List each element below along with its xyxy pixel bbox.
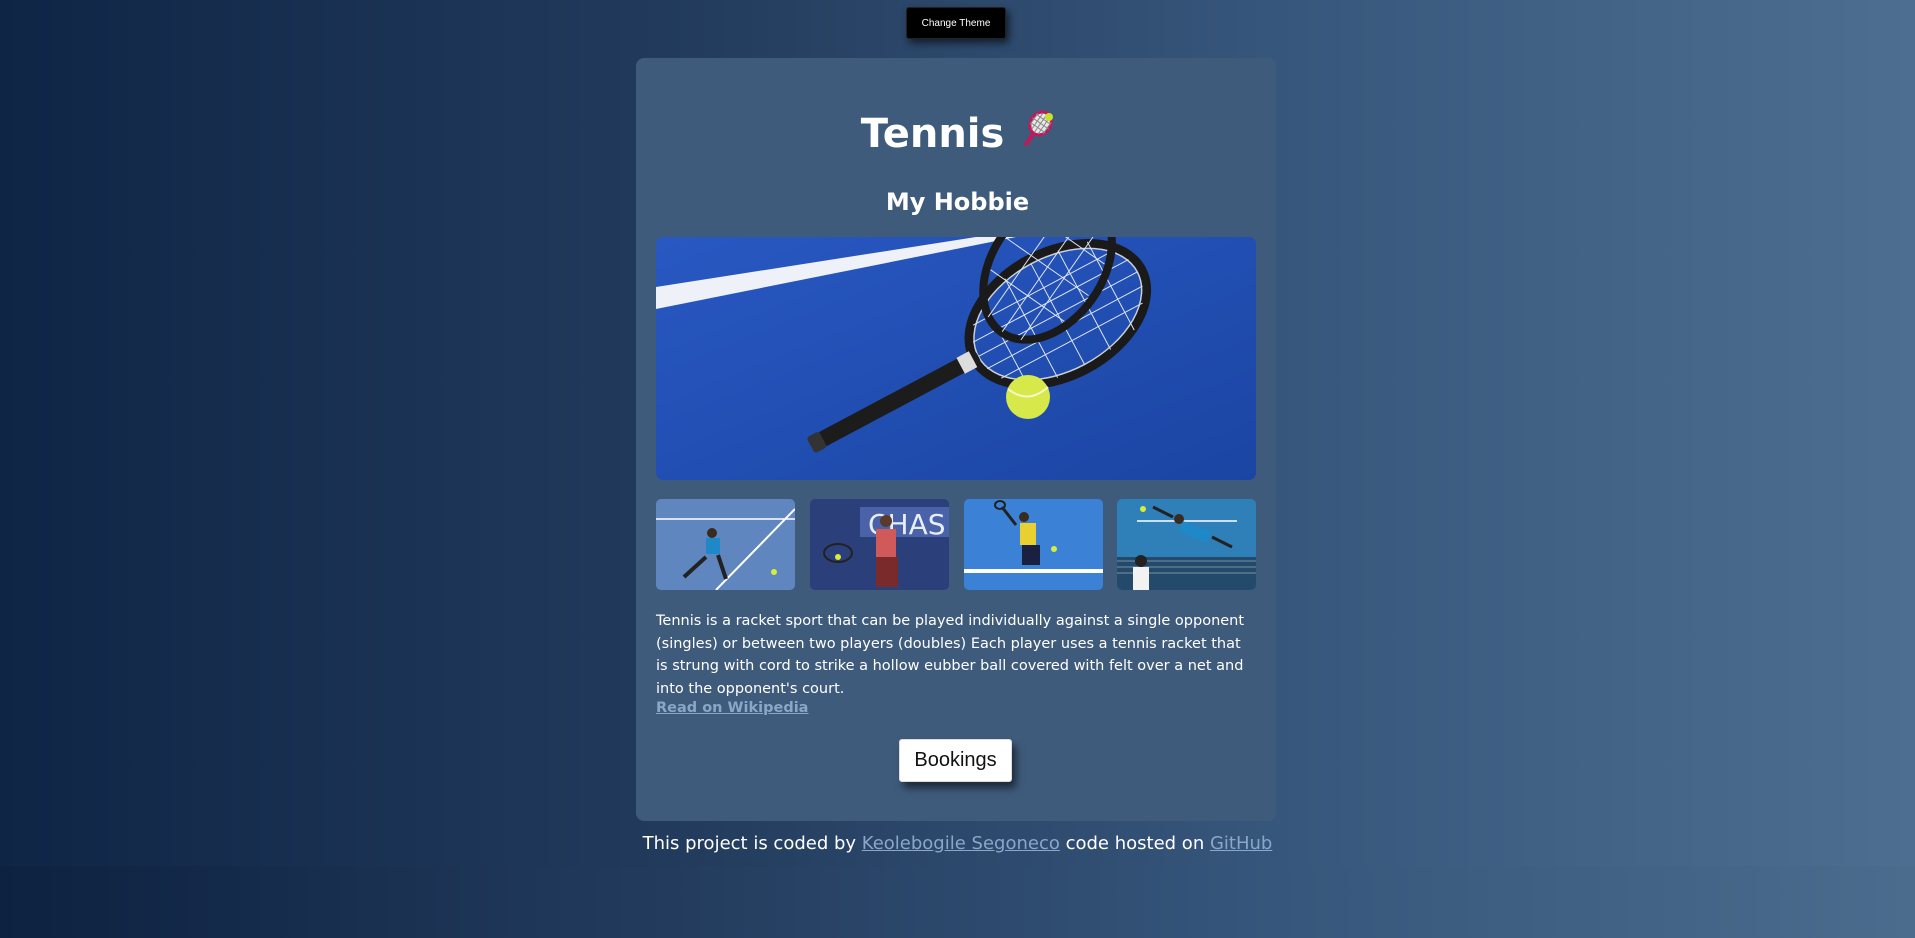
page-title: Tennis (0, 108, 1915, 160)
thumbnail-player-4 (1117, 499, 1256, 590)
page-subtitle: My Hobbie (885, 188, 1030, 216)
wikipedia-link[interactable]: Read on Wikipedia (656, 700, 808, 716)
author-link[interactable]: Keolebogile Segoneco (862, 833, 1060, 854)
thumbnail-player-1 (656, 499, 795, 590)
thumbnail-player-3 (964, 499, 1103, 590)
hobby-description: Tennis is a racket sport that can be pla… (656, 613, 1245, 697)
change-theme-button[interactable]: Change Theme (906, 7, 1006, 39)
bookings-button[interactable]: Bookings (899, 739, 1012, 782)
footer-prefix: This project is coded by (642, 833, 857, 854)
tennis-racket-icon (1018, 109, 1054, 151)
github-link[interactable]: GitHub (1210, 833, 1272, 854)
footer-middle: code hosted on (1065, 833, 1205, 854)
hero-image-rackets (656, 237, 1256, 480)
footer: This project is coded by Keolebogile Seg… (0, 833, 1915, 854)
thumbnail-player-2: CHAS (810, 499, 949, 590)
page-title-text: Tennis (860, 111, 1005, 157)
